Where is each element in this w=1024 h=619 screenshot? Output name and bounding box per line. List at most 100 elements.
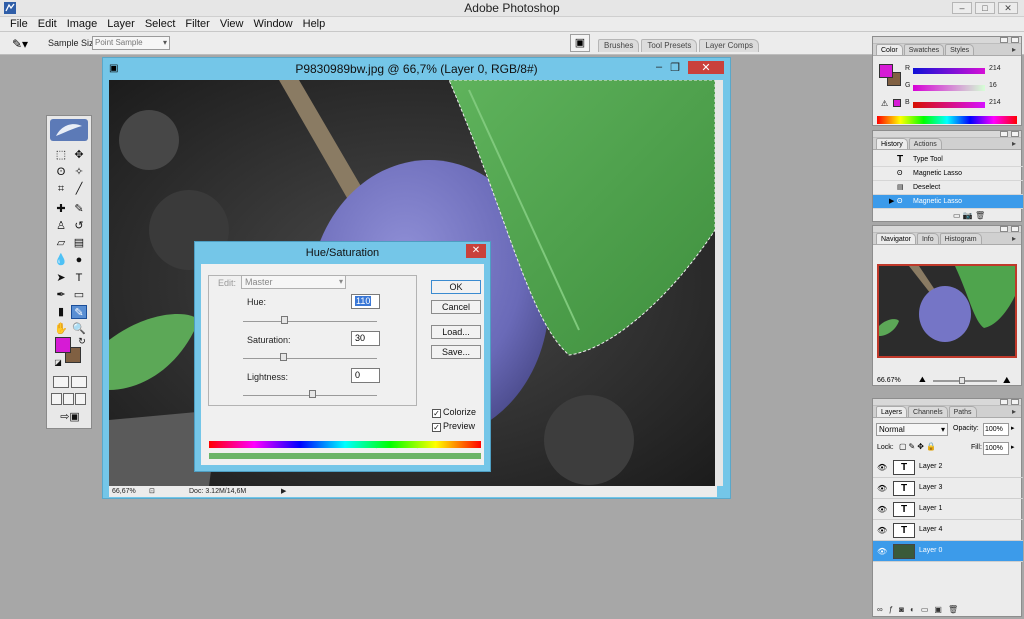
layer-row[interactable]: 👁 T Layer 2 — [873, 457, 1023, 478]
panel-menu-icon[interactable]: ▸ — [1008, 406, 1020, 417]
panel-minimize-button[interactable] — [1000, 37, 1008, 43]
zoom-level[interactable]: 66,67% — [112, 486, 136, 497]
eraser-tool-icon[interactable]: ▱ — [53, 236, 69, 250]
slice-tool-icon[interactable]: ╱ — [71, 182, 87, 196]
crop-tool-icon[interactable]: ⌗ — [53, 182, 69, 196]
lasso-tool-icon[interactable]: ʘ — [53, 165, 69, 179]
brush-tool-icon[interactable]: ✎ — [71, 202, 87, 216]
history-item[interactable]: ʘ Magnetic Lasso — [873, 167, 1023, 181]
menu-image[interactable]: Image — [62, 17, 103, 31]
layer-mask-icon[interactable]: ◙ — [899, 605, 910, 614]
lightness-input[interactable]: 0 — [351, 368, 380, 383]
navigator-thumbnail[interactable] — [877, 264, 1017, 358]
menu-help[interactable]: Help — [298, 17, 331, 31]
eye-icon[interactable]: 👁 — [877, 547, 887, 556]
new-group-icon[interactable]: ▭ — [921, 605, 935, 614]
ok-button[interactable]: OK — [431, 280, 481, 294]
tab-info[interactable]: Info — [916, 233, 939, 244]
panel-close-button[interactable] — [1011, 131, 1019, 137]
layer-row[interactable]: 👁 T Layer 4 — [873, 520, 1023, 541]
tab-navigator[interactable]: Navigator — [876, 233, 916, 244]
menu-window[interactable]: Window — [249, 17, 298, 31]
file-browser-icon[interactable]: ▣ — [570, 34, 590, 52]
fill-input[interactable]: 100% — [983, 442, 1009, 455]
lightness-slider-thumb[interactable] — [309, 390, 316, 398]
hue-slider-thumb[interactable] — [281, 316, 288, 324]
tab-histogram[interactable]: Histogram — [939, 233, 982, 244]
history-item-active[interactable]: ▶ ʘ Magnetic Lasso — [873, 195, 1023, 209]
edit-select[interactable]: Master ▾ — [241, 275, 346, 289]
color-ramp[interactable] — [877, 116, 1017, 124]
snapshot-icon[interactable]: 📷 — [963, 211, 973, 220]
screen-mode-full-icon[interactable] — [75, 393, 86, 405]
menu-select[interactable]: Select — [140, 17, 181, 31]
menu-view[interactable]: View — [215, 17, 249, 31]
hue-slider-track[interactable] — [243, 321, 377, 322]
panel-close-button[interactable] — [1011, 399, 1019, 405]
zoom-in-icon[interactable]: ⛰ — [1003, 375, 1011, 386]
opacity-arrow-icon[interactable]: ▸ — [1011, 424, 1015, 432]
minimize-button[interactable]: – — [952, 2, 972, 14]
eye-icon[interactable]: 👁 — [877, 484, 887, 493]
magic-wand-tool-icon[interactable]: ✧ — [71, 165, 87, 179]
hand-tool-icon[interactable]: ✋ — [53, 322, 69, 336]
status-menu-arrow-icon[interactable]: ▶ — [281, 486, 286, 497]
link-layers-icon[interactable]: ∞ — [877, 605, 889, 614]
tab-history[interactable]: History — [876, 138, 908, 149]
layer-row[interactable]: 👁 T Layer 3 — [873, 478, 1023, 499]
load-button[interactable]: Load... — [431, 325, 481, 339]
trash-icon[interactable]: 🗑 — [975, 211, 985, 220]
shape-tool-icon[interactable]: ▭ — [71, 288, 87, 302]
panel-close-button[interactable] — [1011, 37, 1019, 43]
opacity-input[interactable]: 100% — [983, 423, 1009, 436]
pen-tool-icon[interactable]: ✒ — [53, 288, 69, 302]
default-colors-icon[interactable]: ◪ — [50, 356, 66, 370]
navigator-zoom-slider[interactable] — [933, 380, 997, 382]
blend-mode-select[interactable]: Normal ▾ — [876, 423, 948, 436]
hue-input[interactable]: 110 — [351, 294, 380, 309]
maximize-button[interactable]: □ — [975, 2, 995, 14]
blur-tool-icon[interactable]: 💧 — [53, 253, 69, 267]
menu-layer[interactable]: Layer — [102, 17, 140, 31]
doc-minimize-button[interactable]: – — [656, 61, 662, 74]
panel-menu-icon[interactable]: ▸ — [1008, 233, 1020, 244]
menu-filter[interactable]: Filter — [180, 17, 214, 31]
layer-row[interactable]: 👁 T Layer 1 — [873, 499, 1023, 520]
fill-arrow-icon[interactable]: ▸ — [1011, 443, 1015, 451]
standard-mode-icon[interactable] — [53, 376, 69, 388]
panel-minimize-button[interactable] — [1000, 131, 1008, 137]
preview-checkbox[interactable]: ✓ Preview — [432, 421, 475, 432]
tab-layer-comps[interactable]: Layer Comps — [699, 39, 759, 52]
adjustment-layer-icon[interactable]: ◐ — [910, 605, 921, 614]
cancel-button[interactable]: Cancel — [431, 300, 481, 314]
saturation-slider-thumb[interactable] — [280, 353, 287, 361]
menu-file[interactable]: File — [5, 17, 33, 31]
tab-actions[interactable]: Actions — [908, 138, 942, 149]
move-tool-icon[interactable]: ✥ — [71, 148, 87, 162]
layer-row-active[interactable]: 👁 Layer 0 — [873, 541, 1023, 562]
history-brush-tool-icon[interactable]: ↺ — [71, 219, 87, 233]
tab-color[interactable]: Color — [876, 44, 903, 55]
panel-menu-icon[interactable]: ▸ — [1008, 138, 1020, 149]
new-layer-icon[interactable]: ▣ — [934, 605, 948, 614]
panel-minimize-button[interactable] — [1000, 399, 1008, 405]
channel-r-value[interactable]: 214 — [989, 65, 1011, 72]
panel-menu-icon[interactable]: ▸ — [1008, 44, 1020, 55]
saturation-input[interactable]: 30 — [351, 331, 380, 346]
eye-icon[interactable]: 👁 — [877, 505, 887, 514]
panel-minimize-button[interactable] — [1000, 226, 1008, 232]
eyedropper-preset-icon[interactable]: ✎▾ — [12, 37, 28, 51]
clone-stamp-tool-icon[interactable]: ♙ — [53, 219, 69, 233]
vertical-scrollbar[interactable] — [715, 80, 723, 486]
foreground-color-swatch[interactable] — [55, 337, 71, 353]
swap-colors-icon[interactable]: ↻ — [74, 334, 90, 348]
zoom-out-icon[interactable]: ⛰ — [919, 375, 926, 385]
menu-edit[interactable]: Edit — [33, 17, 62, 31]
gradient-tool-icon[interactable]: ▤ — [71, 236, 87, 250]
doc-close-button[interactable]: ✕ — [688, 61, 724, 74]
channel-b-slider[interactable] — [913, 102, 985, 108]
notes-tool-icon[interactable]: ▮ — [53, 305, 69, 319]
doc-restore-button[interactable]: ❐ — [670, 61, 680, 74]
history-item[interactable]: ▤ Deselect — [873, 181, 1023, 195]
sample-size-select[interactable]: Point Sample ▾ — [92, 36, 170, 50]
